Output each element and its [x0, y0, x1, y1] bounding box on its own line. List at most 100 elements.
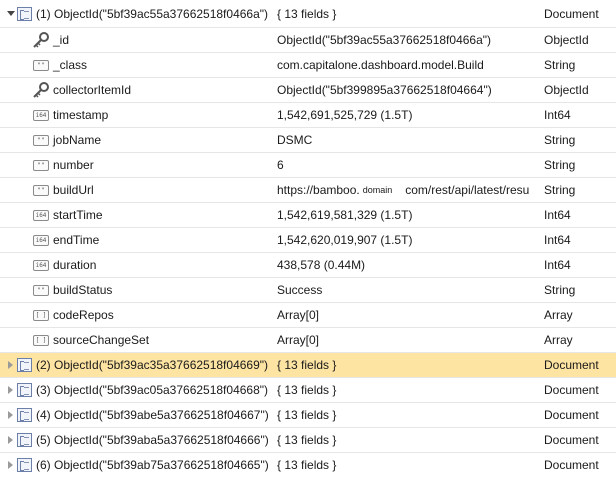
string-icon: "": [33, 159, 49, 171]
field-value-cell: 1,542,620,019,907 (1.5T): [277, 233, 413, 247]
field-type-cell: String: [544, 283, 576, 297]
string-icon: "": [33, 184, 49, 196]
document-value-cell: { 13 fields }: [277, 433, 337, 447]
field-type-cell: Int64: [544, 258, 571, 272]
field-row-coderepos[interactable]: [ ] codeRepos Array[0] Array: [0, 303, 616, 328]
field-row-collectoritemid[interactable]: collectorItemId ObjectId("5bf399895a3766…: [0, 78, 616, 103]
field-row-buildstatus[interactable]: "" buildStatus Success String: [0, 278, 616, 303]
field-type-cell: Int64: [544, 208, 571, 222]
document-key-cell: (3) ObjectId("5bf39ac05a37662518f04668"): [0, 378, 270, 402]
field-value-cell: 1,542,619,581,329 (1.5T): [277, 208, 413, 222]
field-row-duration[interactable]: i64 duration 438,578 (0.44M) Int64: [0, 253, 616, 278]
document-value-cell: { 13 fields }: [277, 408, 337, 422]
field-type-cell: String: [544, 58, 576, 72]
field-key-text: buildUrl: [53, 183, 94, 197]
document-row-2[interactable]: (2) ObjectId("5bf39ac35a37662518f04669")…: [0, 353, 616, 378]
field-key-text: startTime: [53, 208, 103, 222]
field-row-class[interactable]: "" _class com.capitalone.dashboard.model…: [0, 53, 616, 78]
field-type-cell: String: [544, 133, 576, 147]
document-row-3[interactable]: (3) ObjectId("5bf39ac05a37662518f04668")…: [0, 378, 616, 403]
document-type-cell: Document: [544, 358, 599, 372]
field-key-cell: "" jobName: [0, 128, 270, 152]
document-icon: [17, 458, 32, 472]
document-row-5[interactable]: (5) ObjectId("5bf39aba5a37662518f04666")…: [0, 428, 616, 453]
field-type-cell: String: [544, 158, 576, 172]
array-icon: [ ]: [33, 309, 49, 321]
field-value-cell: Success: [277, 283, 323, 297]
field-row-jobname[interactable]: "" jobName DSMC String: [0, 128, 616, 153]
field-key-cell: "" buildUrl: [0, 178, 270, 202]
field-key-cell: [ ] codeRepos: [0, 303, 270, 327]
field-key-cell: "" _class: [0, 53, 270, 77]
expand-arrow-icon[interactable]: [8, 361, 13, 369]
field-key-cell: i64 startTime: [0, 203, 270, 227]
field-value-cell: ObjectId("5bf399895a37662518f04664"): [277, 83, 492, 97]
document-id-text: (2) ObjectId("5bf39ac35a37662518f04669"): [36, 358, 269, 372]
field-key-text: sourceChangeSet: [53, 333, 150, 347]
field-row-sourcechangeset[interactable]: [ ] sourceChangeSet Array[0] Array: [0, 328, 616, 353]
expand-arrow-icon[interactable]: [8, 436, 13, 444]
document-icon: [17, 433, 32, 447]
field-row-id[interactable]: _id ObjectId("5bf39ac55a37662518f0466a")…: [0, 28, 616, 53]
field-key-text: collectorItemId: [53, 83, 132, 97]
field-value-cell: 1,542,691,525,729 (1.5T): [277, 108, 413, 122]
field-type-cell: Array: [544, 308, 573, 322]
document-key-cell: (5) ObjectId("5bf39aba5a37662518f04666"): [0, 428, 270, 452]
document-icon: [17, 358, 32, 372]
field-type-cell: ObjectId: [544, 83, 589, 97]
document-type-cell: Document: [544, 383, 599, 397]
field-value-cell: 6: [277, 158, 284, 172]
document-id-text: (6) ObjectId("5bf39ab75a37662518f04665"): [36, 458, 269, 472]
field-row-buildurl[interactable]: "" buildUrl https://bamboo. domain com/r…: [0, 178, 616, 203]
field-key-text: _class: [53, 58, 88, 72]
field-key-text: endTime: [53, 233, 100, 247]
field-key-text: timestamp: [53, 108, 109, 122]
int64-icon: i64: [33, 209, 49, 221]
field-row-starttime[interactable]: i64 startTime 1,542,619,581,329 (1.5T) I…: [0, 203, 616, 228]
document-row-1[interactable]: (1) ObjectId("5bf39ac55a37662518f0466a")…: [0, 0, 616, 28]
string-icon: "": [33, 134, 49, 146]
field-key-cell: "" number: [0, 153, 270, 177]
field-type-cell: Array: [544, 333, 573, 347]
document-type-cell: Document: [544, 458, 599, 472]
document-key-cell: (1) ObjectId("5bf39ac55a37662518f0466a"): [0, 0, 270, 27]
document-id-text: (1) ObjectId("5bf39ac55a37662518f0466a"): [36, 6, 269, 21]
redacted-domain-label: domain: [359, 185, 396, 195]
field-key-text: jobName: [53, 133, 102, 147]
url-prefix-text: https://bamboo.: [277, 183, 360, 197]
document-type-cell: Document: [544, 408, 599, 422]
string-icon: "": [33, 59, 49, 71]
document-type-cell: Document: [544, 433, 599, 447]
expand-arrow-icon[interactable]: [8, 411, 13, 419]
url-suffix-text: com/rest/api/latest/resu: [405, 183, 530, 197]
int64-icon: i64: [33, 259, 49, 271]
field-key-cell: [ ] sourceChangeSet: [0, 328, 270, 352]
field-key-text: _id: [53, 33, 70, 47]
field-key-text: number: [53, 158, 94, 172]
field-key-text: buildStatus: [53, 283, 113, 297]
results-tree-table: (1) ObjectId("5bf39ac55a37662518f0466a")…: [0, 0, 616, 477]
document-id-text: (3) ObjectId("5bf39ac05a37662518f04668"): [36, 383, 269, 397]
field-value-cell: https://bamboo. domain com/rest/api/late…: [271, 178, 537, 202]
expand-arrow-icon[interactable]: [8, 461, 13, 469]
field-row-endtime[interactable]: i64 endTime 1,542,620,019,907 (1.5T) Int…: [0, 228, 616, 253]
field-row-timestamp[interactable]: i64 timestamp 1,542,691,525,729 (1.5T) I…: [0, 103, 616, 128]
document-key-cell: (4) ObjectId("5bf39abe5a37662518f04667"): [0, 403, 270, 427]
field-key-text: codeRepos: [53, 308, 114, 322]
document-row-6[interactable]: (6) ObjectId("5bf39ab75a37662518f04665")…: [0, 453, 616, 477]
field-key-cell: _id: [0, 28, 270, 52]
document-value-cell: { 13 fields }: [277, 383, 337, 397]
field-key-text: duration: [53, 258, 97, 272]
document-value-cell: { 13 fields }: [277, 6, 337, 21]
expand-arrow-icon[interactable]: [8, 386, 13, 394]
int64-icon: i64: [33, 234, 49, 246]
field-value-cell: ObjectId("5bf39ac55a37662518f0466a"): [277, 33, 492, 47]
field-row-number[interactable]: "" number 6 String: [0, 153, 616, 178]
field-value-cell: com.capitalone.dashboard.model.Build: [277, 58, 484, 72]
field-key-cell: i64 endTime: [0, 228, 270, 252]
field-key-cell: "" buildStatus: [0, 278, 270, 302]
document-icon: [17, 383, 32, 397]
field-key-cell: i64 timestamp: [0, 103, 270, 127]
document-row-4[interactable]: (4) ObjectId("5bf39abe5a37662518f04667")…: [0, 403, 616, 428]
expand-arrow-icon[interactable]: [7, 11, 15, 16]
